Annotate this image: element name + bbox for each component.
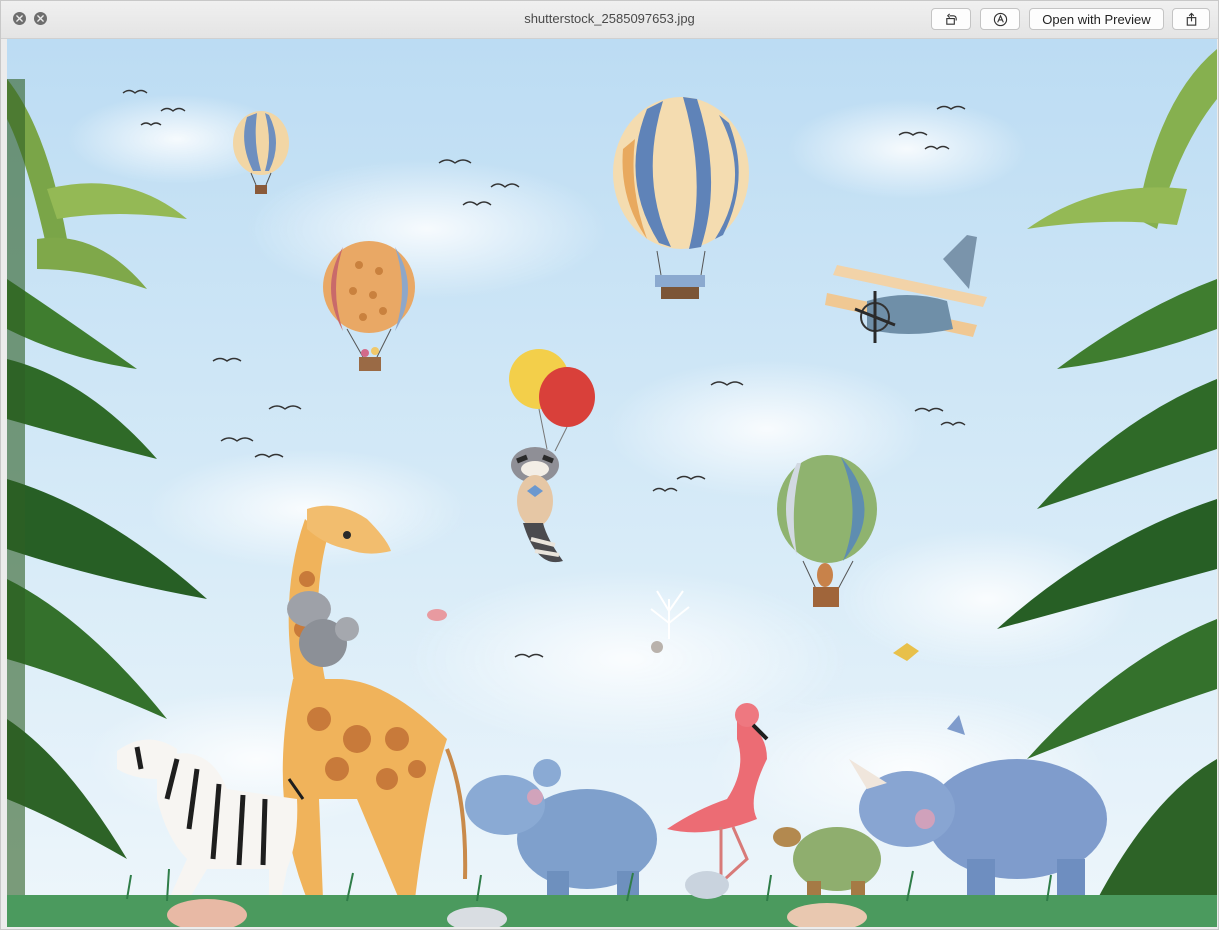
rotate-button[interactable] — [931, 8, 971, 30]
fullscreen-button[interactable] — [34, 12, 47, 25]
title-bar: shutterstock_2585097653.jpg Open with Pr… — [1, 1, 1218, 39]
quicklook-window: shutterstock_2585097653.jpg Open with Pr… — [0, 0, 1219, 930]
image-preview — [7, 39, 1217, 927]
share-icon — [1186, 12, 1196, 26]
rotate-left-icon — [945, 12, 957, 25]
fullscreen-icon — [37, 15, 44, 22]
share-button[interactable] — [1172, 8, 1210, 30]
open-with-preview-button[interactable]: Open with Preview — [1029, 8, 1164, 30]
close-icon — [16, 15, 23, 22]
open-with-preview-label: Open with Preview — [1042, 11, 1151, 27]
safari-illustration — [7, 39, 1217, 927]
markup-pen-icon — [993, 12, 1007, 26]
close-button[interactable] — [13, 12, 26, 25]
markup-button[interactable] — [980, 8, 1020, 30]
